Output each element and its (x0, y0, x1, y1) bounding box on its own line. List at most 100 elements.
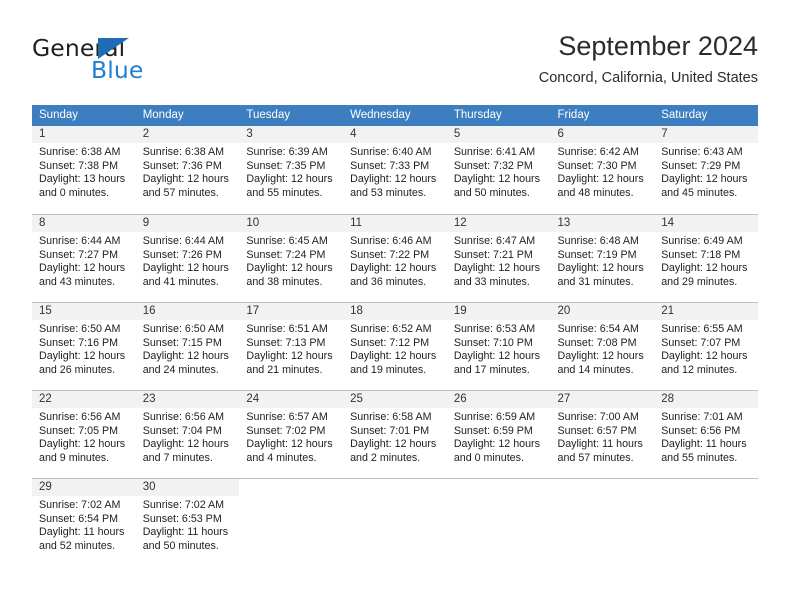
daylight-duration-line2: and 29 minutes. (661, 275, 738, 288)
title-block: September 2024 Concord, California, Unit… (539, 28, 758, 89)
daylight-duration-line1: Daylight: 13 hours (39, 173, 126, 186)
sunset-time: Sunset: 7:33 PM (350, 159, 430, 172)
sunrise-time: Sunrise: 6:56 AM (39, 411, 121, 423)
calendar-day-cell[interactable]: 1 Sunrise: 6:38 AM Sunset: 7:38 PM Daylight… (32, 126, 136, 214)
daylight-duration-line1: Daylight: 12 hours (246, 262, 333, 275)
daylight-duration-line2: and 33 minutes. (453, 275, 530, 288)
daylight-duration-line2: and 24 minutes. (142, 363, 219, 376)
day-details: Sunrise: 7:02 AM Sunset: 6:53 PM Daylight:… (136, 496, 240, 553)
calendar-day-cell[interactable]: 14 Sunrise: 6:49 AM Sunset: 7:18 PM Dayligh… (654, 214, 758, 302)
sunset-time: Sunset: 6:59 PM (453, 424, 533, 437)
calendar-day-cell[interactable]: 16 Sunrise: 6:50 AM Sunset: 7:15 PM Dayligh… (135, 302, 240, 390)
day-details: Sunrise: 6:57 AM Sunset: 7:02 PM Daylight:… (239, 408, 343, 465)
weekday-header-monday: Monday (135, 105, 240, 126)
sunrise-time: Sunrise: 7:02 AM (142, 499, 225, 511)
calendar-cell-inner: 21 Sunrise: 6:55 AM Sunset: 7:07 PM Dayligh… (654, 302, 758, 390)
calendar-cell-empty (446, 478, 551, 566)
calendar-day-cell[interactable]: 15 Sunrise: 6:50 AM Sunset: 7:16 PM Dayligh… (32, 302, 136, 390)
calendar-cell-inner: 27 Sunrise: 7:00 AM Sunset: 6:57 PM Dayligh… (550, 390, 655, 478)
location-subtitle: Concord, California, United States (538, 70, 758, 86)
calendar-cell-inner: 20 Sunrise: 6:54 AM Sunset: 7:08 PM Dayligh… (550, 302, 655, 390)
sunrise-time: Sunrise: 6:40 AM (350, 146, 432, 158)
day-details: Sunrise: 6:46 AM Sunset: 7:22 PM Daylight:… (343, 232, 447, 289)
calendar-day-cell[interactable]: 2 Sunrise: 6:38 AM Sunset: 7:36 PM Daylight… (135, 126, 240, 214)
calendar-cell-inner: 10 Sunrise: 6:45 AM Sunset: 7:24 PM Dayligh… (239, 214, 344, 302)
calendar-day-cell[interactable]: 18 Sunrise: 6:52 AM Sunset: 7:12 PM Dayligh… (343, 302, 447, 390)
day-details: Sunrise: 6:54 AM Sunset: 7:08 PM Daylight:… (551, 320, 655, 377)
calendar-day-cell[interactable]: 3 Sunrise: 6:39 AM Sunset: 7:35 PM Daylight… (239, 126, 344, 214)
sunrise-time: Sunrise: 6:53 AM (453, 323, 536, 335)
calendar-cell-inner (550, 478, 655, 566)
page-header: General Blue September 2024 Concord, Cal… (32, 28, 758, 90)
calendar-day-cell[interactable]: 21 Sunrise: 6:55 AM Sunset: 7:07 PM Dayligh… (654, 302, 758, 390)
calendar-week-row: 15 Sunrise: 6:50 AM Sunset: 7:16 PM Dayligh… (32, 302, 758, 390)
calendar-cell-inner: 19 Sunrise: 6:53 AM Sunset: 7:10 PM Dayligh… (446, 302, 551, 390)
sunset-time: Sunset: 7:35 PM (246, 159, 326, 172)
sunrise-time: Sunrise: 6:50 AM (39, 323, 121, 335)
sunset-time: Sunset: 7:18 PM (661, 248, 741, 261)
day-details: Sunrise: 7:01 AM Sunset: 6:56 PM Daylight:… (654, 408, 758, 465)
calendar-day-cell[interactable]: 24 Sunrise: 6:57 AM Sunset: 7:02 PM Dayligh… (239, 390, 344, 478)
day-number (239, 479, 343, 496)
calendar-day-cell[interactable]: 23 Sunrise: 6:56 AM Sunset: 7:04 PM Dayligh… (135, 390, 240, 478)
calendar-day-cell[interactable]: 12 Sunrise: 6:47 AM Sunset: 7:21 PM Dayligh… (446, 214, 551, 302)
daylight-duration-line2: and 38 minutes. (246, 275, 323, 288)
calendar-day-cell[interactable]: 29 Sunrise: 7:02 AM Sunset: 6:54 PM Dayligh… (32, 478, 136, 566)
calendar-cell-inner (654, 478, 758, 566)
day-number: 4 (343, 126, 447, 143)
calendar-day-cell[interactable]: 20 Sunrise: 6:54 AM Sunset: 7:08 PM Dayligh… (550, 302, 655, 390)
calendar-day-cell[interactable]: 9 Sunrise: 6:44 AM Sunset: 7:26 PM Daylight… (135, 214, 240, 302)
calendar-day-cell[interactable]: 17 Sunrise: 6:51 AM Sunset: 7:13 PM Dayligh… (239, 302, 344, 390)
calendar-day-cell[interactable]: 6 Sunrise: 6:42 AM Sunset: 7:30 PM Daylight… (550, 126, 655, 214)
sunrise-time: Sunrise: 6:43 AM (661, 146, 743, 158)
calendar-day-cell[interactable]: 27 Sunrise: 7:00 AM Sunset: 6:57 PM Dayligh… (550, 390, 655, 478)
calendar-day-cell[interactable]: 7 Sunrise: 6:43 AM Sunset: 7:29 PM Daylight… (654, 126, 758, 214)
calendar-cell-inner (446, 478, 551, 566)
calendar-day-cell[interactable]: 25 Sunrise: 6:58 AM Sunset: 7:01 PM Dayligh… (343, 390, 447, 478)
sunset-time: Sunset: 7:19 PM (557, 248, 637, 261)
calendar-day-cell[interactable]: 5 Sunrise: 6:41 AM Sunset: 7:32 PM Daylight… (446, 126, 551, 214)
calendar-day-cell[interactable]: 11 Sunrise: 6:46 AM Sunset: 7:22 PM Dayligh… (343, 214, 447, 302)
daylight-duration-line1: Daylight: 12 hours (246, 350, 333, 363)
daylight-duration-line1: Daylight: 12 hours (453, 173, 540, 186)
general-blue-logo[interactable]: General Blue (32, 34, 222, 90)
daylight-duration-line2: and 26 minutes. (39, 363, 116, 376)
day-details: Sunrise: 6:44 AM Sunset: 7:26 PM Daylight:… (136, 232, 240, 289)
calendar-day-cell[interactable]: 26 Sunrise: 6:59 AM Sunset: 6:59 PM Dayligh… (446, 390, 551, 478)
day-number: 3 (239, 126, 344, 143)
daylight-duration-line1: Daylight: 11 hours (39, 526, 125, 539)
calendar-day-cell[interactable]: 10 Sunrise: 6:45 AM Sunset: 7:24 PM Dayligh… (239, 214, 344, 302)
day-number: 29 (32, 479, 136, 496)
calendar-day-cell[interactable]: 28 Sunrise: 7:01 AM Sunset: 6:56 PM Dayligh… (654, 390, 758, 478)
sunrise-time: Sunrise: 6:44 AM (142, 235, 225, 247)
daylight-duration-line2: and 50 minutes. (453, 186, 530, 199)
day-details: Sunrise: 6:51 AM Sunset: 7:13 PM Daylight:… (239, 320, 343, 377)
sunrise-time: Sunrise: 6:49 AM (661, 235, 743, 247)
daylight-duration-line2: and 41 minutes. (142, 275, 219, 288)
calendar-week-row: 29 Sunrise: 7:02 AM Sunset: 6:54 PM Dayligh… (32, 478, 758, 566)
calendar-cell-inner: 9 Sunrise: 6:44 AM Sunset: 7:26 PM Daylight… (135, 214, 240, 302)
calendar-day-cell[interactable]: 22 Sunrise: 6:56 AM Sunset: 7:05 PM Dayligh… (32, 390, 136, 478)
day-details: Sunrise: 6:53 AM Sunset: 7:10 PM Daylight:… (447, 320, 551, 377)
daylight-duration-line2: and 55 minutes. (661, 451, 738, 464)
day-number: 2 (135, 126, 240, 143)
calendar-cell-inner: 24 Sunrise: 6:57 AM Sunset: 7:02 PM Dayligh… (239, 390, 344, 478)
daylight-duration-line2: and 45 minutes. (661, 186, 738, 199)
day-details: Sunrise: 6:56 AM Sunset: 7:04 PM Daylight:… (136, 408, 240, 465)
calendar-cell-inner: 8 Sunrise: 6:44 AM Sunset: 7:27 PM Daylight… (32, 214, 136, 302)
sunset-time: Sunset: 6:54 PM (39, 512, 119, 525)
calendar-cell-inner: 13 Sunrise: 6:48 AM Sunset: 7:19 PM Dayligh… (550, 214, 655, 302)
calendar-cell-inner: 15 Sunrise: 6:50 AM Sunset: 7:16 PM Dayligh… (32, 302, 136, 390)
weekday-header-tuesday: Tuesday (239, 105, 344, 126)
calendar-cell-inner: 25 Sunrise: 6:58 AM Sunset: 7:01 PM Dayligh… (343, 390, 447, 478)
calendar-day-cell[interactable]: 4 Sunrise: 6:40 AM Sunset: 7:33 PM Daylight… (343, 126, 447, 214)
daylight-duration-line2: and 2 minutes. (350, 451, 421, 464)
calendar-day-cell[interactable]: 30 Sunrise: 7:02 AM Sunset: 6:53 PM Dayligh… (135, 478, 240, 566)
calendar-day-cell[interactable]: 19 Sunrise: 6:53 AM Sunset: 7:10 PM Dayligh… (446, 302, 551, 390)
day-details: Sunrise: 6:43 AM Sunset: 7:29 PM Daylight:… (654, 143, 758, 200)
sunset-time: Sunset: 6:53 PM (142, 512, 222, 525)
daylight-duration-line1: Daylight: 12 hours (453, 438, 540, 451)
calendar-day-cell[interactable]: 13 Sunrise: 6:48 AM Sunset: 7:19 PM Dayligh… (550, 214, 655, 302)
calendar-day-cell[interactable]: 8 Sunrise: 6:44 AM Sunset: 7:27 PM Daylight… (32, 214, 136, 302)
day-number: 8 (32, 215, 136, 232)
